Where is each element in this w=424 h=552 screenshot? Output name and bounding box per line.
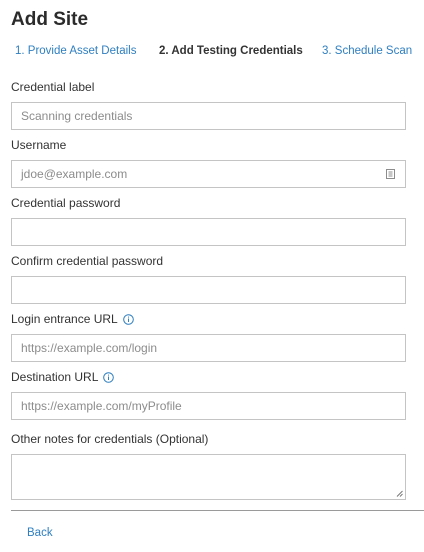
back-link[interactable]: Back — [27, 527, 53, 539]
credential-label-field: Credential label Scanning credentials — [11, 80, 406, 130]
step-add-testing-credentials: 2. Add Testing Credentials — [159, 45, 303, 57]
step-schedule-scan[interactable]: 3. Schedule Scan — [322, 45, 412, 57]
destination-url-field: Destination URL https://example.com/myPr… — [11, 370, 406, 420]
username-placeholder: jdoe@example.com — [21, 167, 128, 181]
destination-url-input[interactable]: https://example.com/myProfile — [11, 392, 406, 420]
username-label: Username — [11, 138, 67, 152]
confirm-password-label: Confirm credential password — [11, 254, 164, 268]
login-url-label: Login entrance URL — [11, 312, 118, 326]
confirm-password-field: Confirm credential password — [11, 254, 406, 304]
page-title: Add Site — [11, 9, 89, 30]
username-field: Username jdoe@example.com — [11, 138, 406, 188]
login-url-input[interactable]: https://example.com/login — [11, 334, 406, 362]
notes-label: Other notes for credentials (Optional) — [11, 432, 209, 446]
username-input[interactable]: jdoe@example.com — [11, 160, 406, 188]
login-url-placeholder: https://example.com/login — [21, 341, 158, 355]
credential-password-input[interactable] — [11, 218, 406, 246]
info-icon[interactable] — [103, 371, 115, 383]
notes-textarea[interactable] — [11, 454, 406, 500]
confirm-password-input[interactable] — [11, 276, 406, 304]
login-url-field: Login entrance URL https://example.com/l… — [11, 312, 406, 362]
login-url-label-row: Login entrance URL — [11, 312, 406, 326]
notes-field: Other notes for credentials (Optional) — [11, 432, 406, 500]
info-icon[interactable] — [122, 313, 134, 325]
contact-card-icon[interactable] — [386, 169, 395, 179]
footer-divider — [11, 510, 424, 511]
destination-url-label: Destination URL — [11, 370, 99, 384]
credential-password-label: Credential password — [11, 196, 121, 210]
credential-label-label: Credential label — [11, 80, 95, 94]
step-provide-asset-details[interactable]: 1. Provide Asset Details — [15, 45, 136, 57]
credential-label-input[interactable]: Scanning credentials — [11, 102, 406, 130]
destination-url-label-row: Destination URL — [11, 370, 406, 384]
credential-password-field: Credential password — [11, 196, 406, 246]
credential-label-placeholder: Scanning credentials — [21, 109, 133, 123]
destination-url-placeholder: https://example.com/myProfile — [21, 399, 182, 413]
wizard-steps: 1. Provide Asset Details 2. Add Testing … — [0, 45, 424, 59]
resize-handle-icon[interactable] — [396, 490, 403, 497]
